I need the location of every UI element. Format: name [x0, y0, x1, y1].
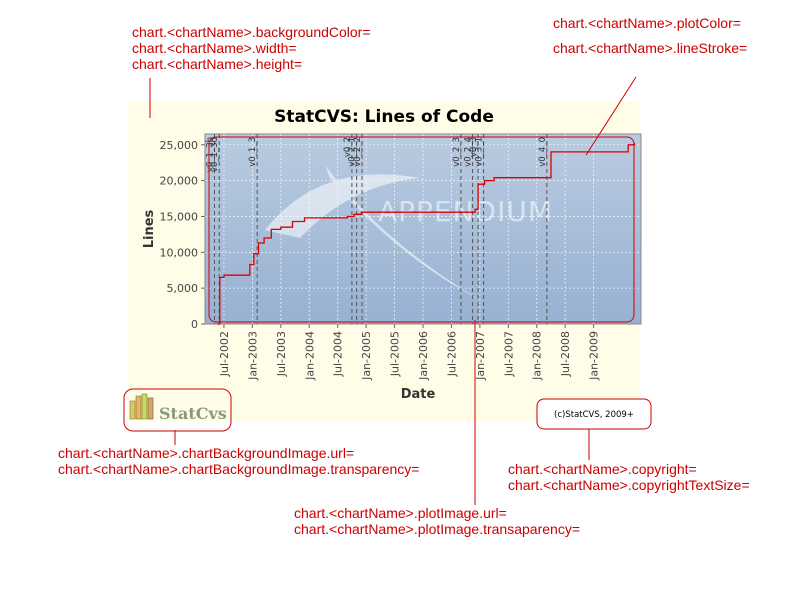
chart-title: StatCVS: Lines of Code — [274, 107, 494, 127]
version-marker-label: v0_2_3 — [452, 137, 462, 167]
x-tick-label: Jan-2005 — [360, 331, 373, 381]
annotation-copyright: chart.<chartName>.copyright= chart.<char… — [508, 461, 750, 493]
annotation-plot-color: chart.<chartName>.plotColor= chart.<char… — [553, 15, 747, 56]
copyright-box: (c)StatCVS, 2009+ — [536, 398, 652, 430]
logo-bar-2 — [135, 395, 142, 420]
annotation-line: chart.<chartName>.lineStroke= — [553, 40, 748, 56]
version-marker-label: v0_2_2 — [353, 137, 363, 167]
x-tick-label: Jul-2008 — [559, 331, 572, 377]
x-tick-label: Jul-2006 — [445, 331, 458, 377]
y-tick-label: 20,000 — [160, 175, 199, 188]
version-marker-label: v0_1_3d — [210, 137, 220, 172]
x-tick-label: Jul-2002 — [218, 331, 231, 377]
x-tick-label: Jan-2006 — [417, 331, 430, 381]
version-marker-label: v0_1_3 — [248, 137, 258, 167]
x-axis-label: Date — [401, 387, 436, 402]
version-marker-label: v0_4_0 — [538, 137, 548, 167]
watermark-text: APPENDIUM — [378, 195, 553, 228]
y-tick-label: 10,000 — [160, 246, 199, 259]
annotation-line: chart.<chartName>.copyright= — [508, 461, 697, 477]
logo-bar-1 — [129, 400, 136, 420]
annotation-line: chart.<chartName>.plotImage.transaparenc… — [294, 521, 580, 537]
version-marker-label: v0_3_1 — [475, 137, 485, 167]
annotation-plot-image: chart.<chartName>.plotImage.url= chart.<… — [294, 505, 580, 537]
annotation-line: chart.<chartName>.chartBackgroundImage.u… — [58, 445, 355, 461]
logo-bar-3 — [141, 393, 148, 420]
y-tick-label: 5,000 — [167, 282, 199, 295]
y-axis-label: Lines — [142, 209, 157, 248]
x-tick-label: Jan-2004 — [303, 331, 316, 381]
y-tick-label: 25,000 — [160, 139, 199, 152]
x-tick-label: Jan-2008 — [531, 331, 544, 381]
annotation-line: chart.<chartName>.width= — [132, 40, 297, 56]
annotation-chart-bg-image: chart.<chartName>.chartBackgroundImage.u… — [58, 445, 419, 477]
annotation-background: chart.<chartName>.backgroundColor= chart… — [132, 24, 371, 72]
annotation-line: chart.<chartName>.plotColor= — [553, 15, 741, 31]
annotation-line: chart.<chartName>.chartBackgroundImage.t… — [58, 461, 420, 477]
annotation-line: chart.<chartName>.height= — [132, 56, 303, 72]
x-tick-label: Jan-2007 — [474, 331, 487, 381]
x-tick-label: Jan-2003 — [246, 331, 259, 381]
x-tick-label: Jul-2007 — [502, 331, 515, 377]
x-tick-label: Jul-2003 — [275, 331, 288, 377]
y-tick-label: 15,000 — [160, 210, 199, 223]
x-tick-label: Jan-2009 — [588, 331, 601, 381]
logo-bar-4 — [147, 397, 154, 420]
y-tick-label: 0 — [191, 318, 198, 331]
x-tick-label: Jul-2004 — [332, 331, 345, 377]
annotation-line: chart.<chartName>.plotImage.url= — [294, 505, 507, 521]
copyright-text: (c)StatCVS, 2009+ — [554, 410, 634, 420]
logo-text: StatCvs — [159, 404, 227, 423]
annotation-line: chart.<chartName>.copyrightTextSize= — [508, 477, 750, 493]
annotation-line: chart.<chartName>.backgroundColor= — [132, 24, 371, 40]
x-tick-label: Jul-2005 — [389, 331, 402, 377]
